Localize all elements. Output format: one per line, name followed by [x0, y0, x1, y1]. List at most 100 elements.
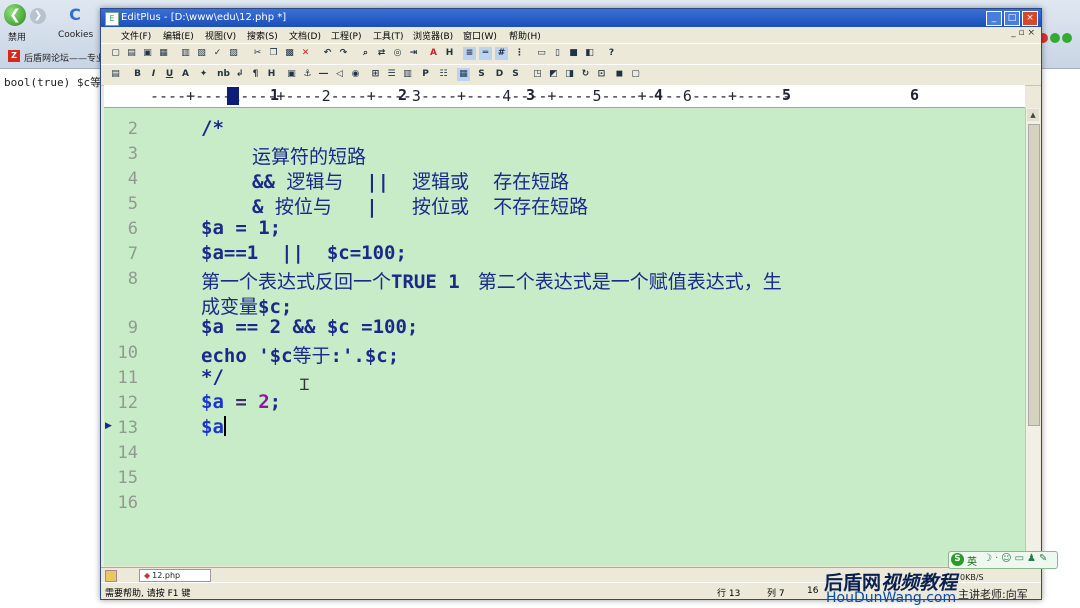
line-number: 14	[117, 443, 138, 463]
ok-icon[interactable]	[1050, 33, 1060, 43]
find-icon[interactable]: ⌕	[359, 47, 372, 60]
ime-toolbar[interactable]: S 英 ☽·☺▭♟✎	[948, 551, 1058, 569]
save-all-icon[interactable]: ▦	[157, 47, 170, 60]
replace-icon[interactable]: ⇄	[375, 47, 388, 60]
menu-document[interactable]: 文档(D)	[289, 29, 321, 42]
spell-check-icon[interactable]: ✓	[211, 47, 224, 60]
goto-icon[interactable]: ⇥	[407, 47, 420, 60]
comment-icon[interactable]: ◁	[333, 68, 346, 81]
refresh-preview-icon[interactable]: ↻	[579, 68, 592, 81]
undo-icon[interactable]: ↶	[321, 47, 334, 60]
line-number-icon[interactable]: #	[495, 47, 508, 60]
table-icon[interactable]: ⊞	[369, 68, 382, 81]
ime-language[interactable]: 英	[967, 553, 977, 568]
vertical-scrollbar[interactable]: ▲	[1025, 108, 1040, 566]
ruler-icon[interactable]: ═	[479, 47, 492, 60]
menu-project[interactable]: 工程(P)	[331, 29, 361, 42]
browser-tab[interactable]: 后盾网论坛——专业	[24, 51, 105, 64]
window-icon[interactable]: ▭	[535, 47, 548, 60]
stop-icon[interactable]: ■	[567, 47, 580, 60]
menu-help[interactable]: 帮助(H)	[509, 29, 541, 42]
forum-site-icon: Z	[8, 50, 20, 62]
span-icon[interactable]: S	[509, 68, 522, 81]
bold-icon[interactable]: B	[131, 68, 144, 81]
list-icon[interactable]: ☷	[437, 68, 450, 81]
preview-icon[interactable]: ◳	[531, 68, 544, 81]
table-row-icon[interactable]: ☰	[385, 68, 398, 81]
forward-icon[interactable]: ❯	[30, 8, 46, 24]
menu-search[interactable]: 搜索(S)	[247, 29, 278, 42]
italic-icon[interactable]: I	[147, 68, 160, 81]
color-icon[interactable]: ◼	[613, 68, 626, 81]
ok-icon-2[interactable]	[1062, 33, 1072, 43]
title-bar[interactable]: E EditPlus - [D:\www\edu\12.php *] _ □ ×	[101, 9, 1041, 27]
menu-view[interactable]: 视图(V)	[205, 29, 236, 42]
menu-file[interactable]: 文件(F)	[121, 29, 151, 42]
div-icon[interactable]: D	[493, 68, 506, 81]
print-icon[interactable]: ▥	[179, 47, 192, 60]
menu-edit[interactable]: 编辑(E)	[163, 29, 194, 42]
underline-icon[interactable]: U	[163, 68, 176, 81]
scrollbar-thumb[interactable]	[1028, 124, 1040, 426]
print-preview-icon[interactable]: ▧	[195, 47, 208, 60]
delete-icon[interactable]: ✕	[299, 47, 312, 60]
insert-icon[interactable]: ⊡	[595, 68, 608, 81]
maximize-button[interactable]: □	[1004, 11, 1020, 26]
code-line-7: $a==1 || $c=100;	[201, 242, 407, 264]
html-toolbar: ▤ B I U A ✦ nb ↲ ¶ H ▣ ⚓ ― ◁ ◉ ⊞ ☰ ▥ P ☷…	[101, 64, 1041, 86]
window-cascade-icon[interactable]: ◧	[583, 47, 596, 60]
special-char-icon[interactable]: ◉	[349, 68, 362, 81]
anchor-icon[interactable]: ⚓	[301, 68, 314, 81]
menu-tools[interactable]: 工具(T)	[373, 29, 404, 42]
hr-icon[interactable]: ―	[317, 68, 330, 81]
word-wrap-icon[interactable]: ≡	[463, 47, 476, 60]
save-icon[interactable]: ▣	[141, 47, 154, 60]
new-file-icon[interactable]: ▢	[109, 47, 122, 60]
cookies-button[interactable]: Cookies	[58, 30, 93, 40]
hex-icon[interactable]: H	[443, 47, 456, 60]
file-tab-12-php[interactable]: ◆ 12.php	[139, 569, 211, 582]
close-button[interactable]: ×	[1022, 11, 1038, 26]
folder-icon[interactable]	[105, 570, 117, 582]
pre-icon[interactable]: P	[419, 68, 432, 81]
mdi-controls[interactable]: _ ▫ ×	[1011, 28, 1035, 38]
find-in-files-icon[interactable]: ◎	[391, 47, 404, 60]
menu-browser[interactable]: 浏览器(B)	[413, 29, 453, 42]
browser-extension-icons[interactable]	[1038, 28, 1076, 43]
code-line-6: $a = 1;	[201, 217, 282, 239]
redo-icon[interactable]: ↷	[337, 47, 350, 60]
html-toolbar-icon[interactable]: ▤	[109, 68, 122, 81]
browser-preview-icon[interactable]: ◩	[547, 68, 560, 81]
minimize-button[interactable]: _	[986, 11, 1002, 26]
form-icon[interactable]: ▦	[457, 68, 470, 81]
window-tile-icon[interactable]: ▯	[551, 47, 564, 60]
font-icon[interactable]: A	[427, 47, 440, 60]
code-text: 等于	[292, 345, 331, 367]
ime-tool-icons[interactable]: ☽·☺▭♟✎	[983, 553, 1050, 564]
toggle-icon[interactable]: ◨	[563, 68, 576, 81]
table-col-icon[interactable]: ▥	[401, 68, 414, 81]
column-select-icon[interactable]: ⋮	[513, 47, 526, 60]
script-icon[interactable]: S	[475, 68, 488, 81]
color-picker-icon[interactable]: ✦	[197, 68, 210, 81]
paragraph-icon[interactable]: ¶	[249, 68, 262, 81]
scroll-up-icon[interactable]: ▲	[1027, 109, 1039, 121]
image-map-icon[interactable]: ▢	[629, 68, 642, 81]
code-editor[interactable]: 2 3 4 5 6 7 8 9 10 11 12 13 14 15 16 ▶ /…	[104, 108, 1025, 566]
disable-button[interactable]: 禁用	[8, 30, 26, 43]
font-color-icon[interactable]: A	[179, 68, 192, 81]
menu-window[interactable]: 窗口(W)	[463, 29, 497, 42]
clipboard-icon[interactable]: ▨	[227, 47, 240, 60]
heading-icon[interactable]: H	[265, 68, 278, 81]
cut-icon[interactable]: ✂	[251, 47, 264, 60]
back-icon[interactable]: ❮	[4, 4, 26, 26]
nbsp-icon[interactable]: nb	[217, 68, 230, 81]
paste-icon[interactable]: ▩	[283, 47, 296, 60]
copy-icon[interactable]: ❐	[267, 47, 280, 60]
image-icon[interactable]: ▣	[285, 68, 298, 81]
line-break-icon[interactable]: ↲	[233, 68, 246, 81]
code-line-3: 运算符的短路	[252, 142, 366, 169]
refresh-icon[interactable]: C	[66, 6, 84, 24]
open-file-icon[interactable]: ▤	[125, 47, 138, 60]
help-icon[interactable]: ?	[605, 47, 618, 60]
